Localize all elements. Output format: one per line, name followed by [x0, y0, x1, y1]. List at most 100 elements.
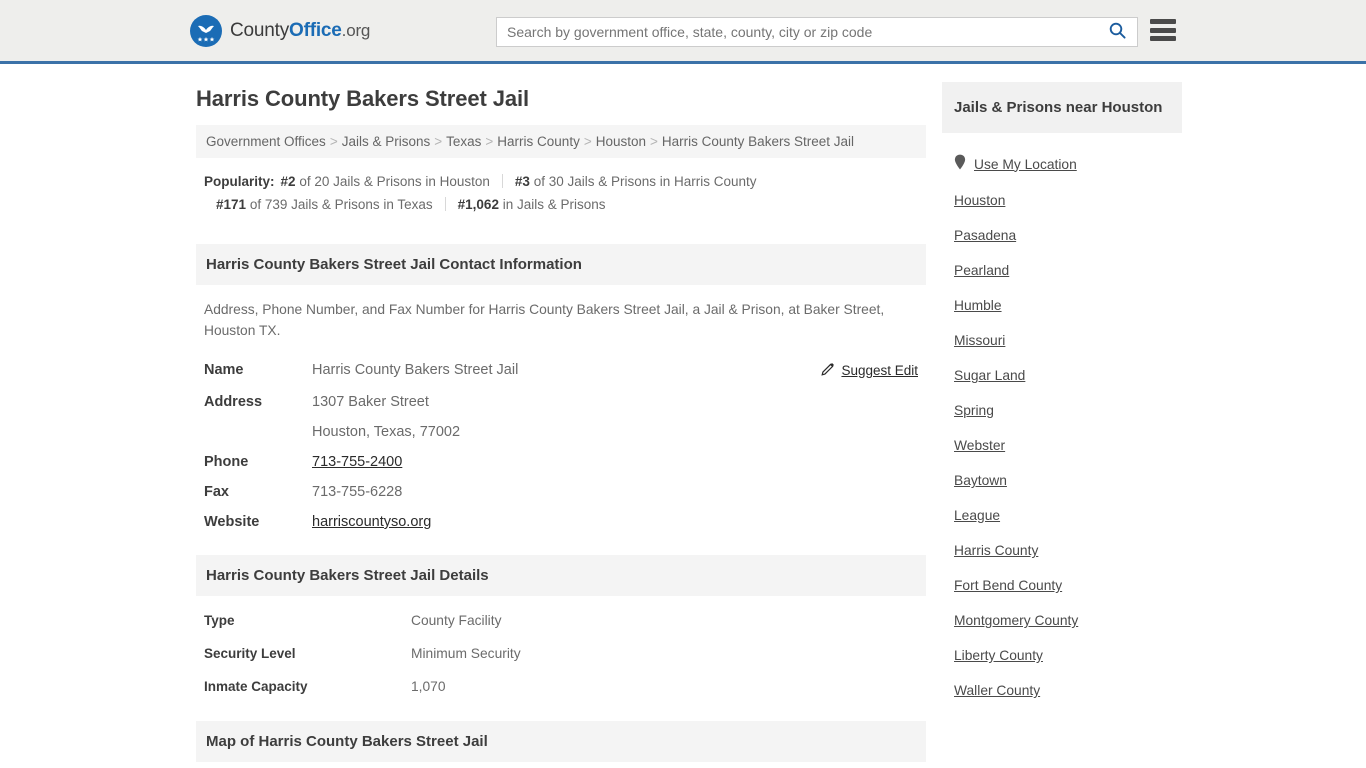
popularity-divider	[501, 174, 503, 188]
popularity-entry: #2 of 20 Jails & Prisons in Houston	[281, 174, 490, 189]
page-body: Harris County Bakers Street Jail Governm…	[0, 64, 1366, 768]
map-section-description: View map of Harris County Bakers Street …	[196, 762, 926, 768]
sidebar-item-liberty-county[interactable]: Liberty County	[954, 638, 1170, 673]
sidebar: Jails & Prisons near Houston Use My Loca…	[942, 64, 1182, 708]
popularity-rank: #1,062	[457, 197, 499, 212]
details-row-label: Type	[204, 613, 235, 628]
popularity-entry: #171 of 739 Jails & Prisons in Texas	[216, 197, 433, 212]
sidebar-item-waller-county[interactable]: Waller County	[954, 673, 1170, 708]
edit-pencil-icon	[821, 362, 835, 379]
contact-row: Address 1307 Baker Street	[196, 387, 926, 417]
contact-row-value: 713-755-2400	[304, 447, 796, 477]
breadcrumb-item[interactable]: Harris County	[497, 134, 580, 149]
popularity-text: in Jails & Prisons	[502, 197, 606, 212]
sidebar-item-baytown[interactable]: Baytown	[954, 463, 1170, 498]
contact-row-action	[796, 417, 926, 447]
popularity-text: of 30 Jails & Prisons in Harris County	[533, 174, 757, 189]
sidebar-item-spring[interactable]: Spring	[954, 393, 1170, 428]
popularity-stats: Popularity: #2 of 20 Jails & Prisons in H…	[196, 158, 926, 226]
details-row-value: 1,070	[411, 679, 446, 694]
sidebar-item-league[interactable]: League	[954, 498, 1170, 533]
contact-row: Phone 713-755-2400	[196, 447, 926, 477]
contact-row-value: 713-755-6228	[312, 484, 403, 500]
contact-row-label: Fax	[204, 484, 229, 500]
breadcrumb-item[interactable]: Government Offices	[206, 134, 326, 149]
breadcrumb-separator: >	[485, 134, 494, 149]
popularity-line-1: Popularity: #2 of 20 Jails & Prisons in H…	[204, 170, 918, 193]
map-pin-icon	[954, 154, 966, 174]
sidebar-item-pearland[interactable]: Pearland	[954, 253, 1170, 288]
contact-row-label: Phone	[204, 454, 249, 470]
suggest-edit-label: Suggest Edit	[841, 363, 918, 378]
popularity-entry: #3 of 30 Jails & Prisons in Harris Count…	[515, 174, 757, 189]
contact-row-label	[196, 417, 304, 447]
contact-row-value: harriscountyso.org	[304, 507, 796, 537]
details-table: Type County Facility Security Level Minimum…	[196, 604, 926, 703]
contact-row-value: Harris County Bakers Street Jail	[312, 362, 519, 378]
contact-row-action: Suggest Edit	[796, 355, 926, 387]
sidebar-item-harris-county[interactable]: Harris County	[954, 533, 1170, 568]
map-section-header: Map of Harris County Bakers Street Jail	[196, 721, 926, 762]
contact-row: Houston, Texas, 77002	[196, 417, 926, 447]
breadcrumb-item: Harris County Bakers Street Jail	[661, 134, 854, 149]
main-content: Harris County Bakers Street Jail Governm…	[196, 64, 926, 768]
contact-row-value: 1307 Baker Street	[312, 394, 429, 410]
breadcrumb-item[interactable]: Jails & Prisons	[342, 134, 431, 149]
details-row: Inmate Capacity 1,070	[196, 670, 926, 703]
details-section-header: Harris County Bakers Street Jail Details	[196, 555, 926, 596]
contact-value-link[interactable]: 713-755-2400	[312, 454, 402, 470]
breadcrumb-separator: >	[650, 134, 658, 149]
sidebar-item-houston[interactable]: Houston	[954, 183, 1170, 218]
sidebar-list: Use My Location Houston Pasadena Pearland H…	[942, 133, 1182, 708]
search-input[interactable]	[497, 18, 1097, 46]
contact-row-action	[796, 477, 926, 507]
sidebar-item-montgomery-county[interactable]: Montgomery County	[954, 603, 1170, 638]
contact-row: Fax 713-755-6228	[196, 477, 926, 507]
details-row-value: Minimum Security	[411, 646, 521, 661]
contact-row-action	[796, 507, 926, 537]
popularity-divider	[444, 197, 446, 211]
contact-row-label: Website	[204, 514, 260, 530]
popularity-rank: #171	[216, 197, 247, 212]
sidebar-item-humble[interactable]: Humble	[954, 288, 1170, 323]
search-button[interactable]	[1097, 18, 1137, 46]
popularity-text: of 20 Jails & Prisons in Houston	[299, 174, 490, 189]
popularity-line-2: #171 of 739 Jails & Prisons in Texas #1,0…	[204, 193, 918, 216]
breadcrumb-item[interactable]: Texas	[446, 134, 481, 149]
logo-office-text: Office	[289, 19, 342, 41]
popularity-rank: #3	[514, 174, 530, 189]
logo-org-text: .org	[341, 20, 371, 40]
contact-row: Name Harris County Bakers Street Jail Sugg…	[196, 355, 926, 387]
sidebar-item-webster[interactable]: Webster	[954, 428, 1170, 463]
suggest-edit-button[interactable]: Suggest Edit	[821, 362, 918, 379]
search-bar	[496, 17, 1138, 47]
site-logo-text: CountyOffice.org	[230, 20, 370, 42]
site-logo[interactable]: CountyOffice.org	[190, 14, 370, 47]
contact-info-table: Name Harris County Bakers Street Jail Sugg…	[196, 355, 926, 537]
hamburger-menu-icon[interactable]	[1150, 19, 1176, 41]
details-row-label: Inmate Capacity	[204, 679, 308, 694]
logo-county-text: County	[230, 19, 290, 41]
breadcrumb: Government Offices > Jails & Prisons > Texas…	[196, 125, 926, 158]
hamburger-bar	[1150, 27, 1176, 33]
contact-row-value: Houston, Texas, 77002	[312, 424, 461, 440]
site-header: CountyOffice.org	[0, 0, 1366, 64]
sidebar-item-fort-bend-county[interactable]: Fort Bend County	[954, 568, 1170, 603]
sidebar-item-sugar-land[interactable]: Sugar Land	[954, 358, 1170, 393]
eagle-stars-logo-icon	[190, 14, 222, 47]
breadcrumb-separator: >	[434, 134, 443, 149]
breadcrumb-item[interactable]: Houston	[596, 134, 646, 149]
breadcrumb-separator: >	[583, 134, 592, 149]
page-title: Harris County Bakers Street Jail	[196, 86, 530, 111]
details-row-label: Security Level	[204, 646, 296, 661]
sidebar-header: Jails & Prisons near Houston	[942, 82, 1182, 133]
sidebar-item-pasadena[interactable]: Pasadena	[954, 218, 1170, 253]
search-icon	[1109, 22, 1126, 42]
sidebar-item-missouri[interactable]: Missouri	[954, 323, 1170, 358]
contact-value-link[interactable]: harriscountyso.org	[312, 514, 431, 530]
contact-section-description: Address, Phone Number, and Fax Number fo…	[204, 302, 885, 338]
popularity-entry: #1,062 in Jails & Prisons	[458, 197, 606, 212]
contact-row-action	[796, 387, 926, 417]
hamburger-bar	[1150, 19, 1176, 24]
sidebar-item-use-my-location[interactable]: Use My Location	[954, 145, 1170, 183]
